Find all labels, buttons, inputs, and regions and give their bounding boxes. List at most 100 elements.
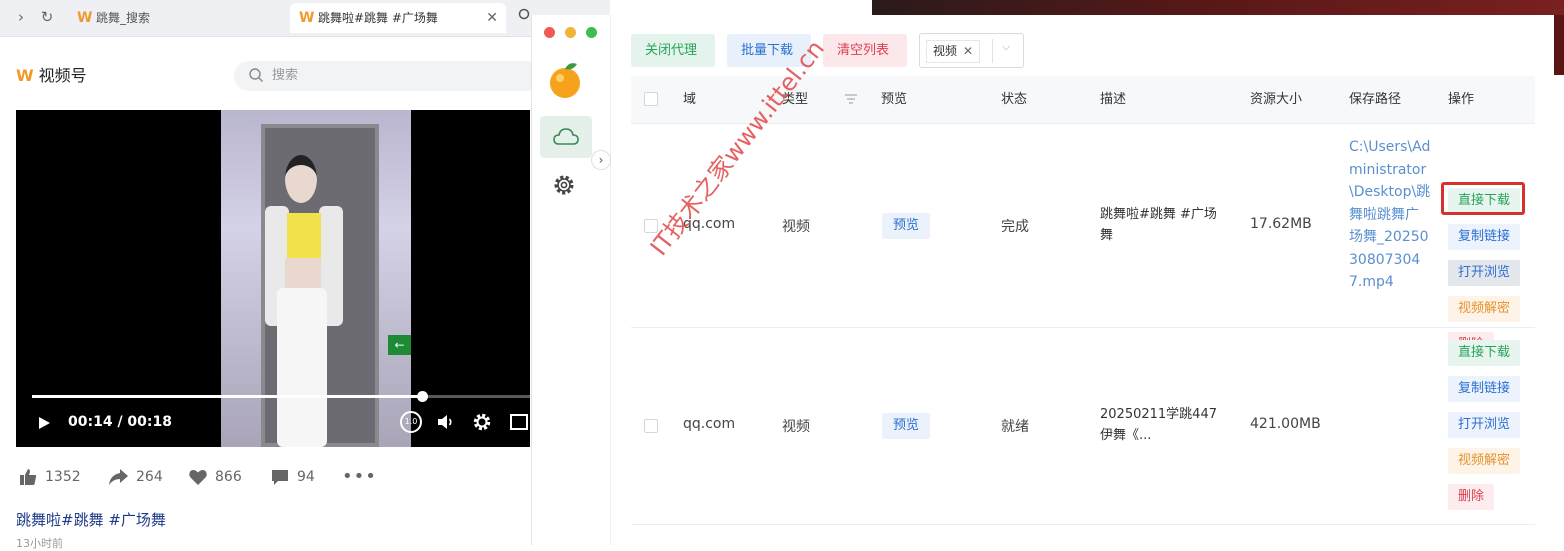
video-decrypt-button[interactable]: 视频解密 [1448, 448, 1521, 474]
row-checkbox[interactable] [644, 419, 658, 433]
search-icon [518, 8, 530, 20]
cloud-icon [553, 128, 579, 145]
tab-video[interactable]: W 跳舞啦#跳舞 #广场舞 ✕ [290, 3, 506, 33]
share-icon [109, 469, 128, 485]
brand-name: 视频号 [38, 66, 87, 85]
browser-window: › ↻ W 跳舞_搜索 W 跳舞啦#跳舞 #广场舞 ✕ W 视频号 搜索 ← 0… [0, 0, 610, 550]
orange-logo-icon [550, 63, 580, 98]
favorite-count: 866 [215, 469, 242, 485]
tab-logo-icon: W [299, 10, 315, 26]
row-status: 完成 [1001, 219, 1029, 235]
volume-icon[interactable] [436, 412, 456, 432]
open-browse-button[interactable]: 打开浏览 [1448, 260, 1521, 286]
playback-speed-icon[interactable]: 1.0 [400, 411, 422, 433]
comment-icon [272, 470, 288, 485]
row-description: 20250211学跳447伊舞《... [1100, 407, 1217, 443]
thumbs-up-icon [20, 469, 37, 485]
type-filter-select[interactable]: 视频 ✕ ⌵ [919, 33, 1024, 68]
resource-table: 域 类型 预览 状态 描述 资源大小 保存路径 操作 qq.com 视频 预览 … [631, 76, 1535, 545]
background-window [1550, 15, 1564, 545]
row-status: 就绪 [1001, 419, 1029, 435]
copy-link-button[interactable]: 复制链接 [1448, 224, 1521, 250]
tab-close-icon[interactable]: ✕ [486, 3, 498, 33]
video-progress-fill [32, 395, 422, 398]
maximize-window-icon[interactable] [586, 27, 597, 38]
settings-gear-icon[interactable] [552, 173, 576, 197]
play-icon[interactable] [36, 413, 52, 433]
app-sidebar: › [532, 15, 611, 545]
downloader-app-window: › 关闭代理 批量下载 清空列表 视频 ✕ ⌵ 域 类型 预览 状态 描述 资源大… [531, 15, 1551, 545]
person-shape [287, 213, 321, 258]
like-count: 1352 [45, 469, 81, 485]
comment-stat[interactable]: 94 [270, 465, 315, 489]
row-type: 视频 [782, 419, 810, 435]
comment-count: 94 [297, 469, 315, 485]
tab-label: 跳舞_搜索 [96, 11, 151, 25]
preview-button[interactable]: 预览 [882, 413, 930, 439]
site-brand[interactable]: W 视频号 [16, 64, 87, 88]
type-filter-tag-label: 视频 [933, 44, 958, 58]
person-shape [285, 155, 317, 203]
background-window [1554, 15, 1564, 75]
person-shape [277, 288, 327, 447]
row-size: 17.62MB [1250, 216, 1312, 232]
nav-downloads[interactable] [540, 116, 592, 158]
highlight-box [1441, 182, 1525, 215]
column-size: 资源大小 [1250, 92, 1303, 107]
video-title[interactable]: 跳舞啦#跳舞 #广场舞 [16, 509, 166, 530]
close-window-icon[interactable] [544, 27, 555, 38]
table-row: qq.com 视频 预览 就绪 20250211学跳447伊舞《... 421.… [631, 328, 1535, 525]
row-save-path[interactable]: C:\Users\Administrator\Desktop\跳舞啦跳舞广场舞_… [1349, 136, 1431, 294]
video-decrypt-button[interactable]: 视频解密 [1448, 296, 1521, 322]
video-player[interactable]: ← 00:14 / 00:18 1.0 [16, 110, 530, 447]
filter-icon[interactable] [845, 94, 857, 104]
divider [992, 39, 993, 63]
tab-search[interactable]: W 跳舞_搜索 [68, 3, 284, 33]
tab-bar: › ↻ W 跳舞_搜索 W 跳舞啦#跳舞 #广场舞 ✕ [0, 0, 610, 37]
row-size: 421.00MB [1250, 416, 1321, 432]
person-shape [285, 258, 321, 290]
column-description: 描述 [1100, 92, 1127, 107]
settings-gear-icon[interactable] [472, 412, 492, 432]
column-status: 状态 [1001, 92, 1028, 107]
search-icon [249, 68, 263, 82]
preview-button[interactable]: 预览 [882, 213, 930, 239]
close-proxy-button[interactable]: 关闭代理 [631, 34, 715, 67]
more-icon[interactable]: ••• [342, 465, 377, 489]
background-window [872, 0, 1564, 15]
forward-icon[interactable]: › [10, 6, 32, 28]
share-count: 264 [136, 469, 163, 485]
row-description: 跳舞啦#跳舞 #广场舞 [1100, 207, 1217, 243]
search-input[interactable]: 搜索 [234, 61, 534, 91]
tag-close-icon[interactable]: ✕ [963, 44, 973, 58]
exit-sign: ← [388, 335, 411, 355]
copy-link-button[interactable]: 复制链接 [1448, 376, 1521, 402]
column-domain: 域 [683, 92, 697, 107]
reload-icon[interactable]: ↻ [36, 6, 58, 28]
share-stat[interactable]: 264 [107, 465, 163, 489]
table-row: qq.com 视频 预览 完成 跳舞啦#跳舞 #广场舞 17.62MB C:\U… [631, 124, 1535, 358]
open-browse-button[interactable]: 打开浏览 [1448, 412, 1521, 438]
post-time: 13小时前 [16, 537, 63, 550]
tab-label: 跳舞啦#跳舞 #广场舞 [318, 11, 438, 25]
like-stat[interactable]: 1352 [18, 465, 81, 489]
row-domain: qq.com [683, 416, 736, 432]
fullscreen-icon[interactable] [510, 414, 528, 430]
select-all-checkbox[interactable] [644, 92, 658, 106]
delete-button[interactable]: 删除 [1448, 484, 1495, 510]
video-time: 00:14 / 00:18 [68, 414, 172, 430]
direct-download-button[interactable]: 直接下载 [1448, 340, 1521, 366]
type-filter-tag[interactable]: 视频 ✕ [926, 40, 981, 63]
column-preview: 预览 [881, 92, 908, 107]
video-progress-knob[interactable] [417, 391, 428, 402]
search-placeholder: 搜索 [272, 68, 299, 83]
chevron-down-icon[interactable]: ⌵ [1002, 40, 1010, 54]
row-type: 视频 [782, 219, 810, 235]
column-actions: 操作 [1448, 92, 1475, 107]
favorite-stat[interactable]: 866 [188, 465, 242, 489]
video-progress-bar[interactable] [32, 391, 530, 402]
minimize-window-icon[interactable] [565, 27, 576, 38]
column-save-path: 保存路径 [1349, 92, 1402, 107]
brand-logo-icon: W [16, 66, 34, 85]
collapse-sidebar-button[interactable]: › [591, 150, 611, 170]
